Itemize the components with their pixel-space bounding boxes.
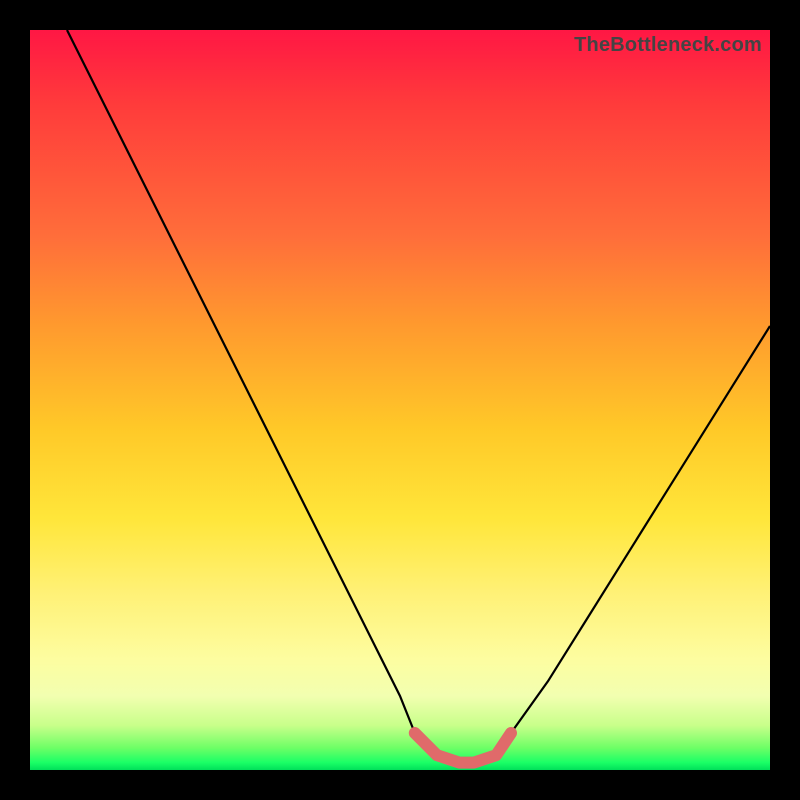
plot-area: TheBottleneck.com (30, 30, 770, 770)
valley-highlight-path (415, 733, 511, 763)
curve-svg (30, 30, 770, 770)
chart-frame: TheBottleneck.com (0, 0, 800, 800)
bottleneck-curve-path (67, 30, 770, 763)
